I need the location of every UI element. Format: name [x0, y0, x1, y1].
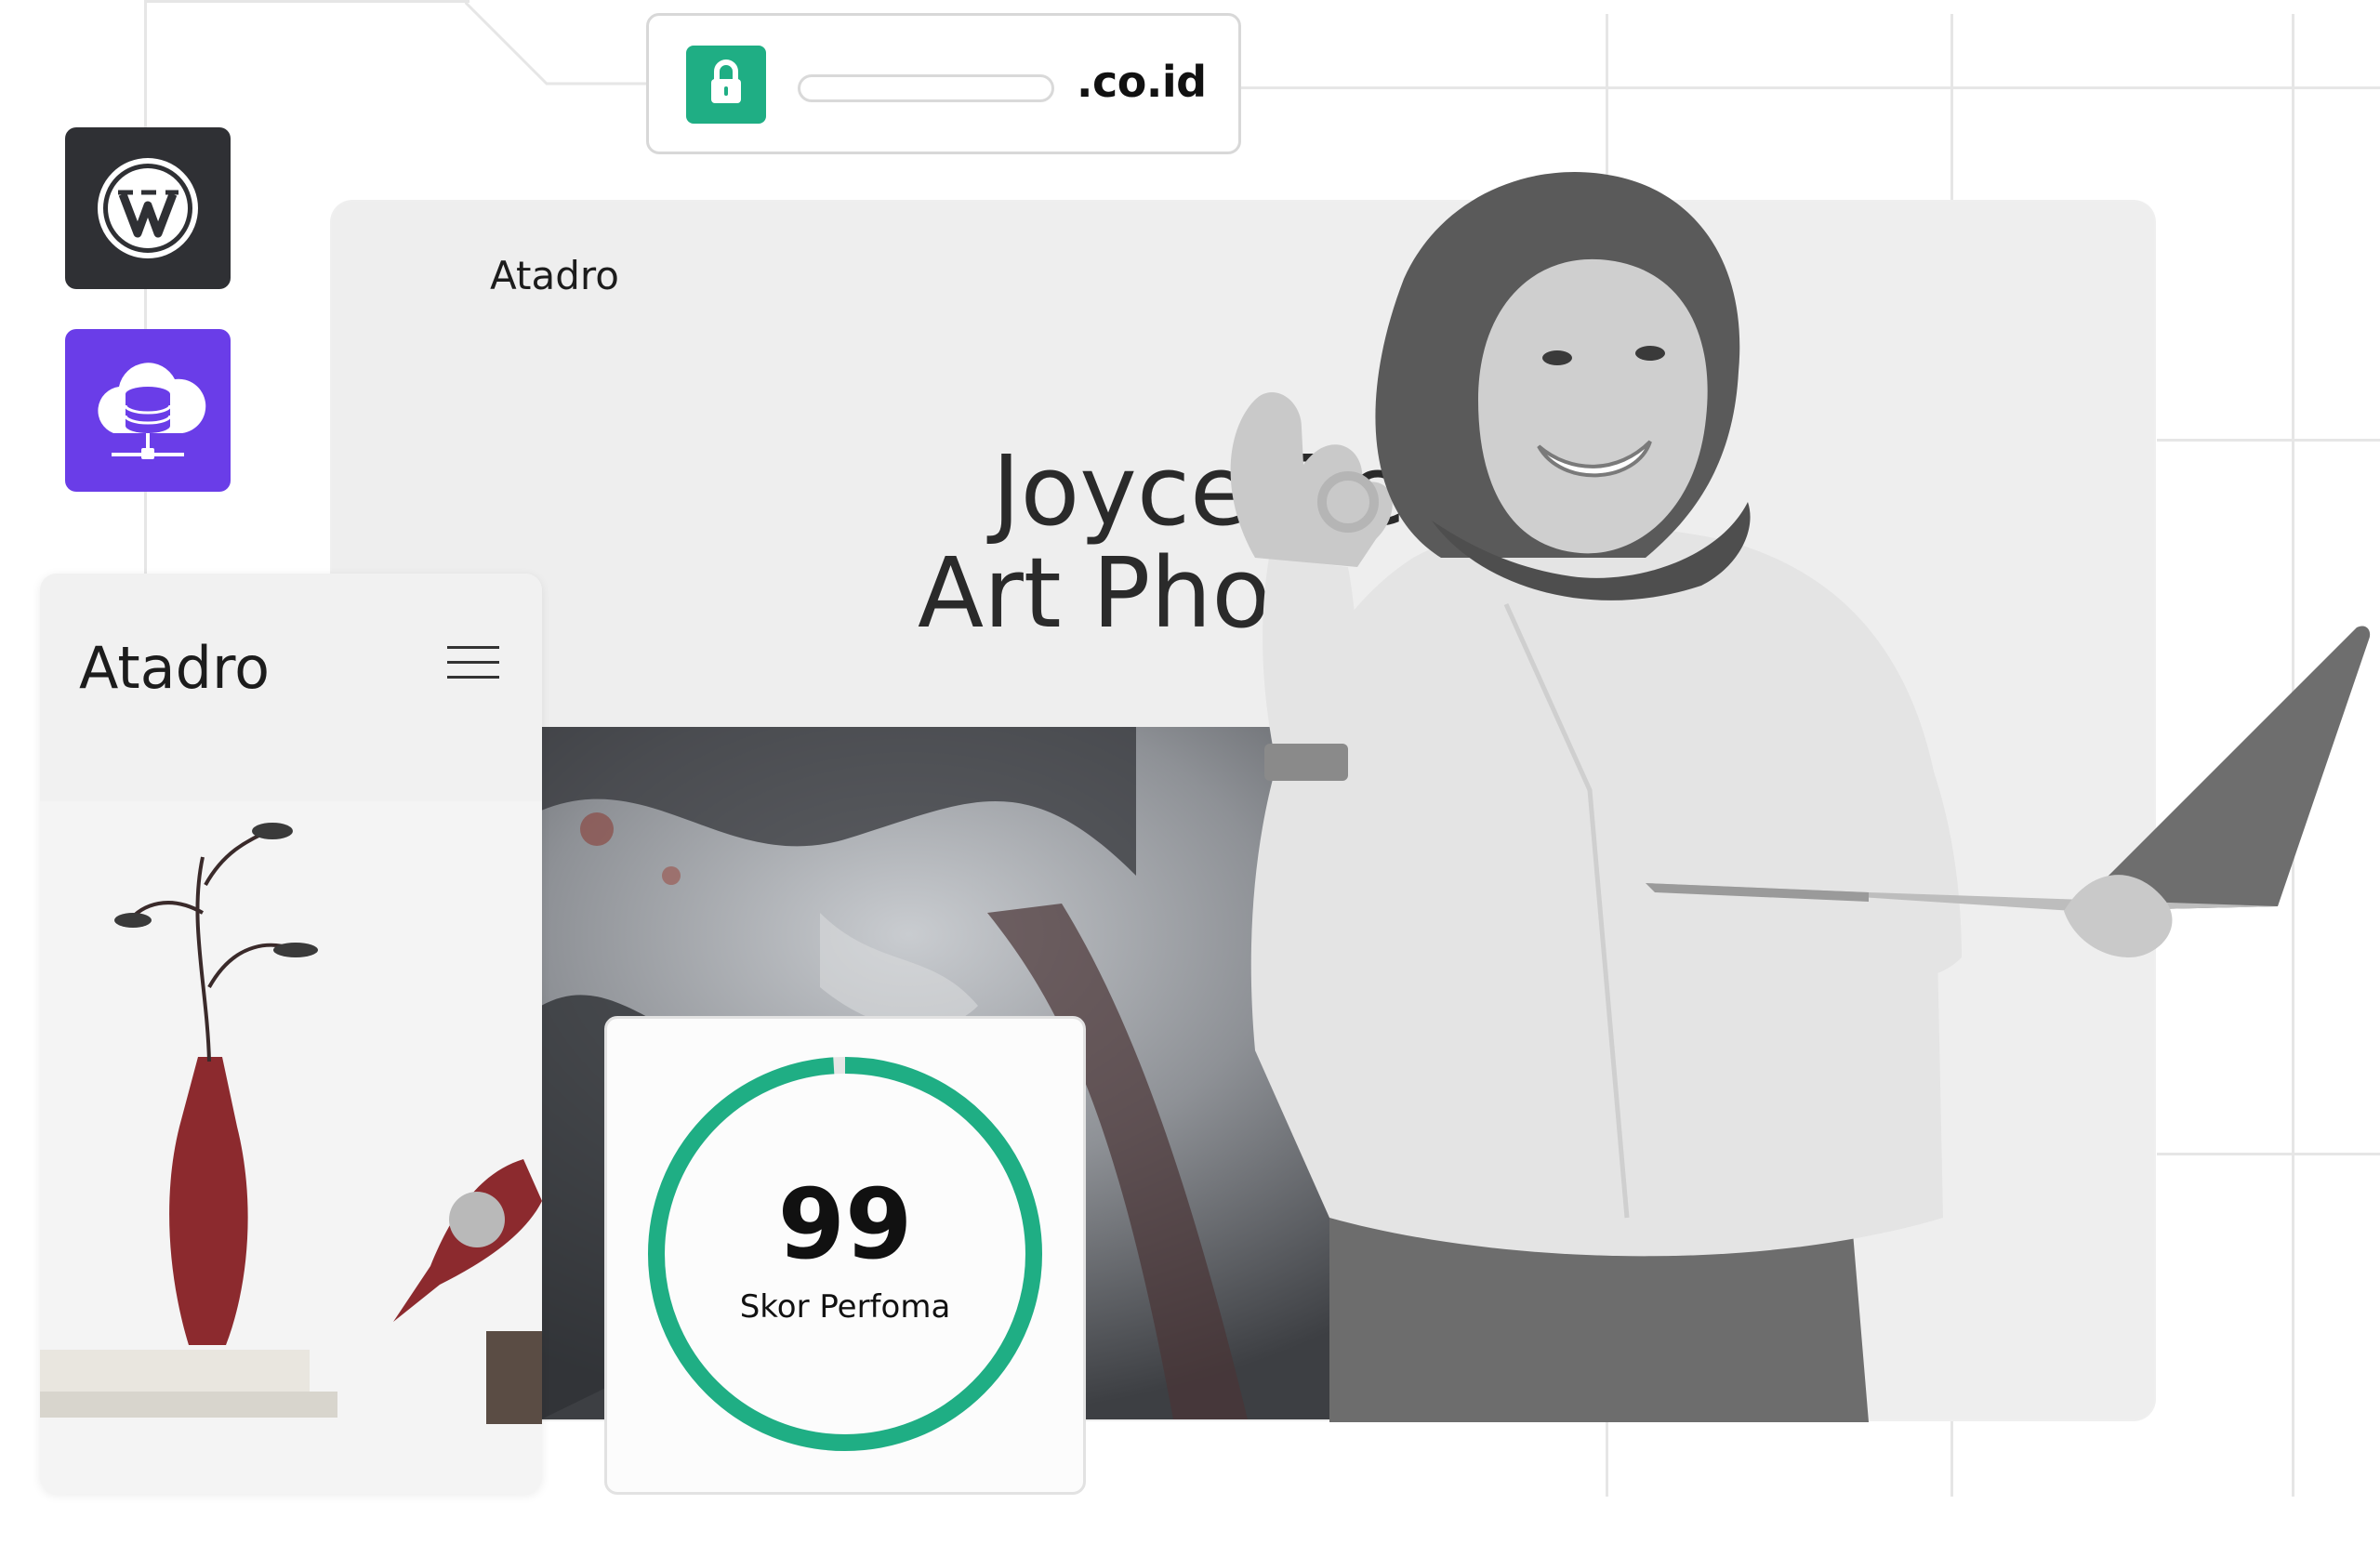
mobile-brand-logo[interactable]: Atadro [79, 634, 270, 702]
score-label: Skor Perfoma [739, 1288, 951, 1326]
cloud-database-icon [98, 363, 206, 459]
person-photo [1230, 171, 2371, 1422]
hamburger-menu-icon[interactable] [447, 646, 499, 680]
wordpress-icon [98, 158, 198, 258]
cloud-hosting-tile[interactable] [65, 329, 231, 492]
mobile-hero-image [40, 801, 542, 1494]
lock-icon [686, 46, 766, 124]
domain-suffix: .co.id [1077, 57, 1207, 107]
performance-score-card: 99 Skor Perfoma [604, 1016, 1086, 1495]
url-input[interactable] [798, 74, 1054, 102]
address-bar[interactable]: .co.id [646, 13, 1241, 154]
wordpress-tile[interactable] [65, 127, 231, 289]
mobile-site-preview: Atadro [40, 574, 542, 1494]
grid-line [144, 0, 469, 3]
grid-line [1241, 86, 2380, 89]
score-value: 99 [777, 1168, 913, 1281]
desktop-brand-logo[interactable]: Atadro [490, 253, 619, 298]
grid-diagonal-line [465, 0, 651, 86]
mobile-header: Atadro [40, 574, 542, 801]
